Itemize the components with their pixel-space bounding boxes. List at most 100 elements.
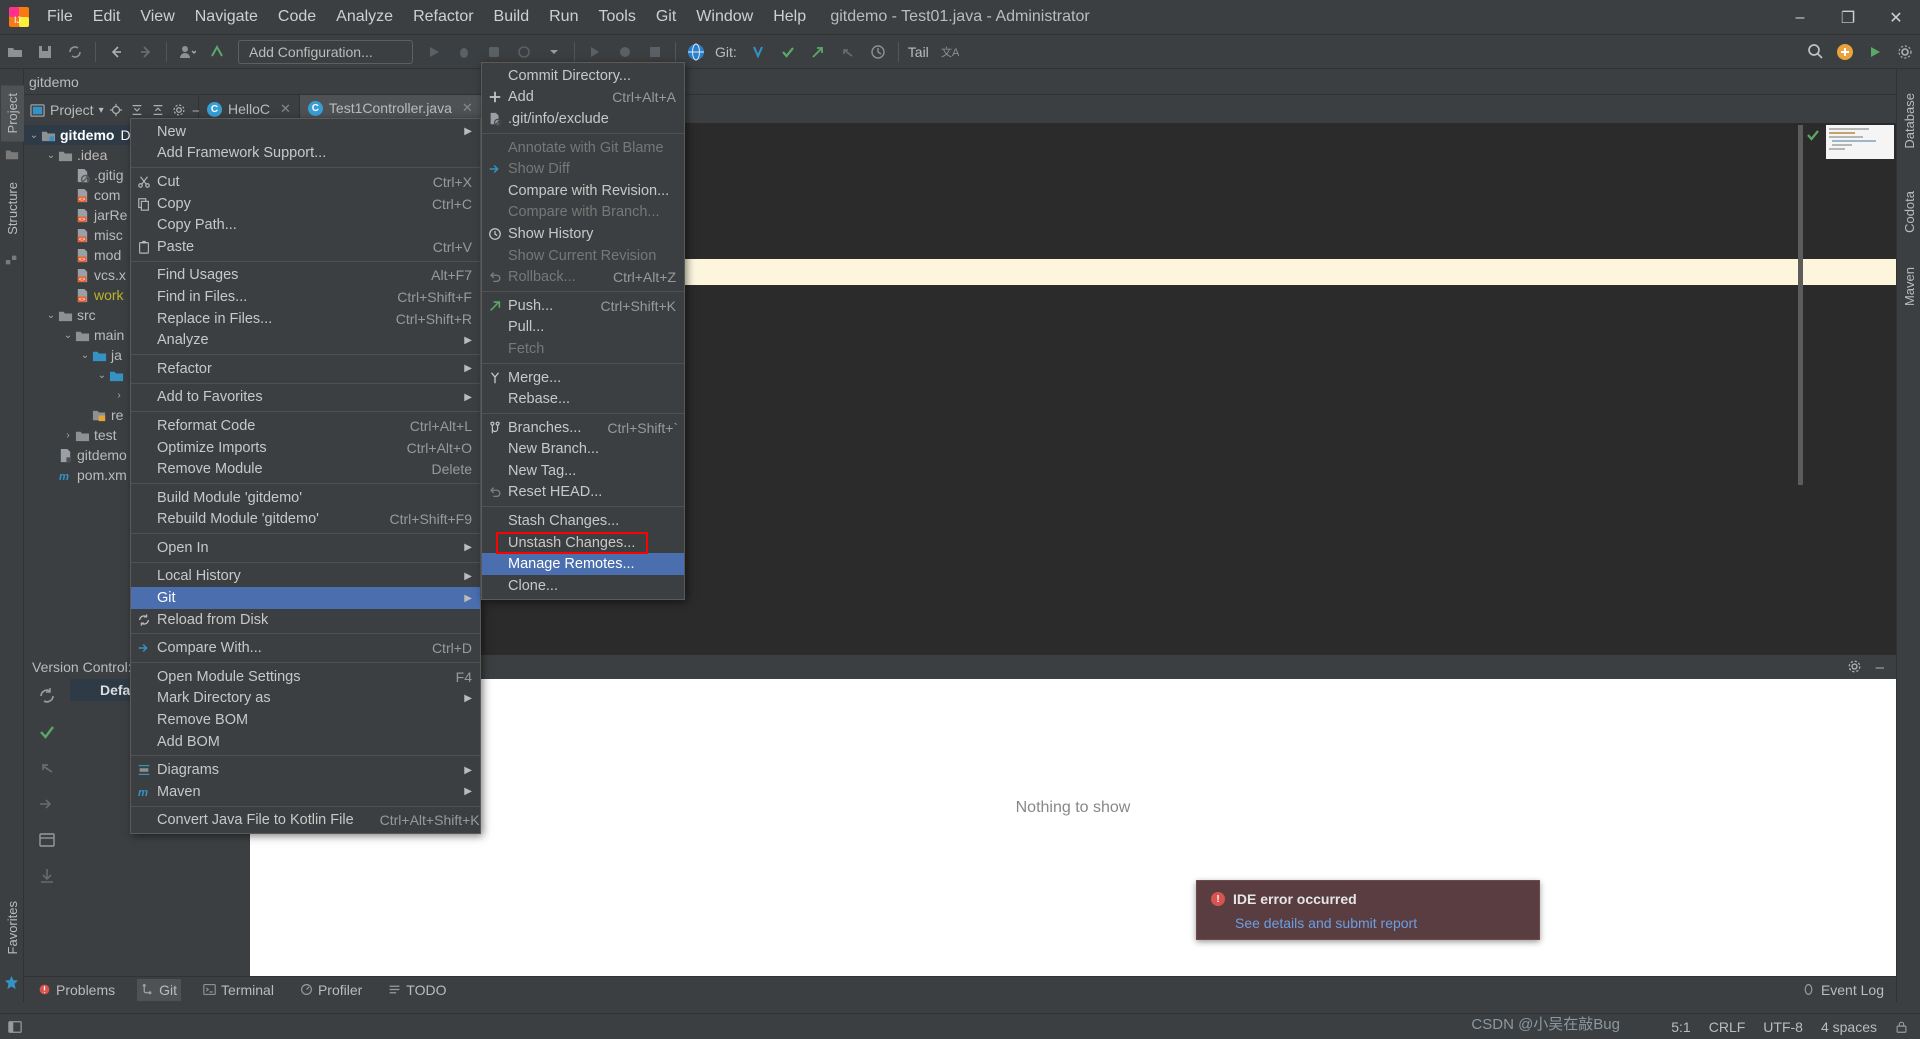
menu-item-analyze[interactable]: Analyze ▶ — [131, 329, 480, 351]
run-icon[interactable] — [421, 39, 447, 65]
left-tool-strip[interactable]: Project Structure Favorites — [0, 69, 24, 1002]
chevron-down-icon[interactable]: ⌄ — [62, 330, 74, 341]
chevron-down-icon[interactable] — [541, 39, 567, 65]
menu-item-copy-path[interactable]: Copy Path... — [131, 214, 480, 236]
menu-item-find-in-files[interactable]: Find in Files... Ctrl+Shift+F — [131, 286, 480, 308]
menu-item-replace-in-files[interactable]: Replace in Files... Ctrl+Shift+R — [131, 308, 480, 330]
menu-window[interactable]: Window — [687, 4, 762, 30]
menu-item-reset-head[interactable]: Reset HEAD... — [482, 482, 684, 504]
menu-bar[interactable]: File Edit View Navigate Code Analyze Ref… — [38, 4, 815, 30]
menu-item-mark-directory-as[interactable]: Mark Directory as ▶ — [131, 688, 480, 710]
menu-help[interactable]: Help — [764, 4, 815, 30]
status-encoding[interactable]: UTF-8 — [1763, 1019, 1803, 1035]
chevron-down-icon[interactable]: ⌄ — [28, 130, 40, 141]
menu-item-convert-java-file-to-kotlin-file[interactable]: Convert Java File to Kotlin File Ctrl+Alt… — [131, 810, 480, 832]
chevron-down-icon[interactable]: ⌄ — [79, 350, 91, 361]
menu-item-copy[interactable]: Copy Ctrl+C — [131, 193, 480, 215]
search-everywhere-globe-icon[interactable] — [683, 39, 709, 65]
menu-item-paste[interactable]: Paste Ctrl+V — [131, 236, 480, 258]
menu-item-commit-directory[interactable]: Commit Directory... — [482, 65, 684, 87]
menu-item-rebase[interactable]: Rebase... — [482, 388, 684, 410]
menu-git[interactable]: Git — [647, 4, 685, 30]
chevron-right-icon[interactable]: › — [113, 390, 125, 401]
expand-all-icon[interactable] — [130, 103, 144, 117]
menu-item-add-bom[interactable]: Add BOM — [131, 731, 480, 753]
debug-icon[interactable] — [451, 39, 477, 65]
close-icon[interactable]: ✕ — [462, 100, 473, 116]
menu-item-find-usages[interactable]: Find Usages Alt+F7 — [131, 265, 480, 287]
menu-item-cut[interactable]: Cut Ctrl+X — [131, 171, 480, 193]
run-green-icon[interactable] — [1862, 39, 1888, 65]
vcs-group-icon[interactable] — [38, 831, 56, 849]
menu-item-open-module-settings[interactable]: Open Module Settings F4 — [131, 666, 480, 688]
git-push-icon[interactable] — [805, 39, 831, 65]
git-commit-icon[interactable] — [775, 39, 801, 65]
menu-item-git-info-exclude[interactable]: .git/info/exclude — [482, 108, 684, 130]
bottom-tool-tabs[interactable]: Problems Git Terminal Profiler TODO Even… — [24, 976, 1896, 1002]
menu-build[interactable]: Build — [485, 4, 539, 30]
hide-panel-icon[interactable]: – — [1876, 659, 1884, 676]
run-configuration-selector[interactable]: Add Configuration... — [238, 39, 413, 64]
chevron-down-icon[interactable]: ⌄ — [45, 150, 57, 161]
menu-item-git[interactable]: Git ▶ — [131, 587, 480, 609]
editor-minimap[interactable] — [1826, 125, 1894, 159]
collapse-all-icon[interactable] — [151, 103, 165, 117]
structure-icon[interactable] — [5, 253, 19, 267]
menu-item-new[interactable]: New ▶ — [131, 121, 480, 143]
menu-refactor[interactable]: Refactor — [404, 4, 482, 30]
sidebar-item-favorites[interactable]: Favorites — [1, 893, 24, 962]
sidebar-item-database[interactable]: Database — [1898, 85, 1920, 157]
status-caret-position[interactable]: 5:1 — [1671, 1019, 1690, 1035]
menu-item-build-module-gitdemo[interactable]: Build Module 'gitdemo' — [131, 487, 480, 509]
menu-run[interactable]: Run — [540, 4, 587, 30]
menu-item-manage-remotes[interactable]: Manage Remotes... — [482, 553, 684, 576]
menu-item-diagrams[interactable]: Diagrams ▶ — [131, 759, 480, 781]
menu-item-open-in[interactable]: Open In ▶ — [131, 537, 480, 559]
tail-label[interactable]: Tail — [908, 44, 929, 60]
menu-item-add[interactable]: Add Ctrl+Alt+A — [482, 87, 684, 109]
git-rollback-icon[interactable] — [835, 39, 861, 65]
menu-file[interactable]: File — [38, 4, 82, 30]
menu-item-compare-with-revision[interactable]: Compare with Revision... — [482, 180, 684, 202]
run-coverage-icon[interactable] — [481, 39, 507, 65]
menu-item-stash-changes[interactable]: Stash Changes... — [482, 510, 684, 532]
menu-item-maven[interactable]: m Maven ▶ — [131, 781, 480, 803]
tab-git[interactable]: Git — [137, 978, 182, 1001]
menu-item-remove-bom[interactable]: Remove BOM — [131, 709, 480, 731]
ide-error-balloon[interactable]: ! IDE error occurred See details and sub… — [1196, 880, 1540, 940]
menu-item-pull[interactable]: Pull... — [482, 317, 684, 339]
locate-icon[interactable] — [109, 103, 123, 117]
balloon-link[interactable]: See details and submit report — [1235, 915, 1525, 931]
sidebar-item-structure[interactable]: Structure — [1, 174, 24, 243]
vcs-commit-icon[interactable] — [38, 723, 56, 741]
menu-item-clone[interactable]: Clone... — [482, 575, 684, 597]
menu-item-show-history[interactable]: Show History — [482, 223, 684, 245]
menu-item-unstash-changes[interactable]: Unstash Changes... — [482, 532, 684, 554]
status-indent[interactable]: 4 spaces — [1821, 1019, 1877, 1035]
sidebar-item-project[interactable]: Project — [1, 85, 24, 142]
favorites-star-icon[interactable] — [4, 975, 19, 990]
plugin-update-icon[interactable] — [1832, 39, 1858, 65]
minimize-button[interactable]: – — [1776, 0, 1824, 35]
save-all-icon[interactable] — [32, 39, 58, 65]
editor-scrollbar[interactable] — [1798, 125, 1808, 505]
menu-code[interactable]: Code — [269, 4, 325, 30]
open-project-icon[interactable] — [2, 39, 28, 65]
event-log-label[interactable]: Event Log — [1821, 982, 1884, 998]
menu-item-compare-with[interactable]: Compare With... Ctrl+D — [131, 637, 480, 659]
window-controls[interactable]: – ❐ ✕ — [1776, 0, 1920, 35]
menu-item-add-to-favorites[interactable]: Add to Favorites ▶ — [131, 387, 480, 409]
close-icon[interactable]: ✕ — [280, 101, 291, 117]
menu-item-new-tag[interactable]: New Tag... — [482, 460, 684, 482]
menu-analyze[interactable]: Analyze — [327, 4, 402, 30]
context-menu[interactable]: New ▶ Add Framework Support... Cut Ctrl+X Cop… — [130, 118, 481, 835]
back-arrow-icon[interactable] — [103, 39, 129, 65]
forward-arrow-icon[interactable] — [133, 39, 159, 65]
menu-item-optimize-imports[interactable]: Optimize Imports Ctrl+Alt+O — [131, 437, 480, 459]
menu-item-new-branch[interactable]: New Branch... — [482, 439, 684, 461]
settings-gear-icon[interactable] — [1847, 659, 1862, 676]
tab-profiler[interactable]: Profiler — [296, 979, 366, 1001]
close-button[interactable]: ✕ — [1872, 0, 1920, 35]
project-files-icon[interactable] — [5, 147, 19, 161]
menu-tools[interactable]: Tools — [589, 4, 644, 30]
